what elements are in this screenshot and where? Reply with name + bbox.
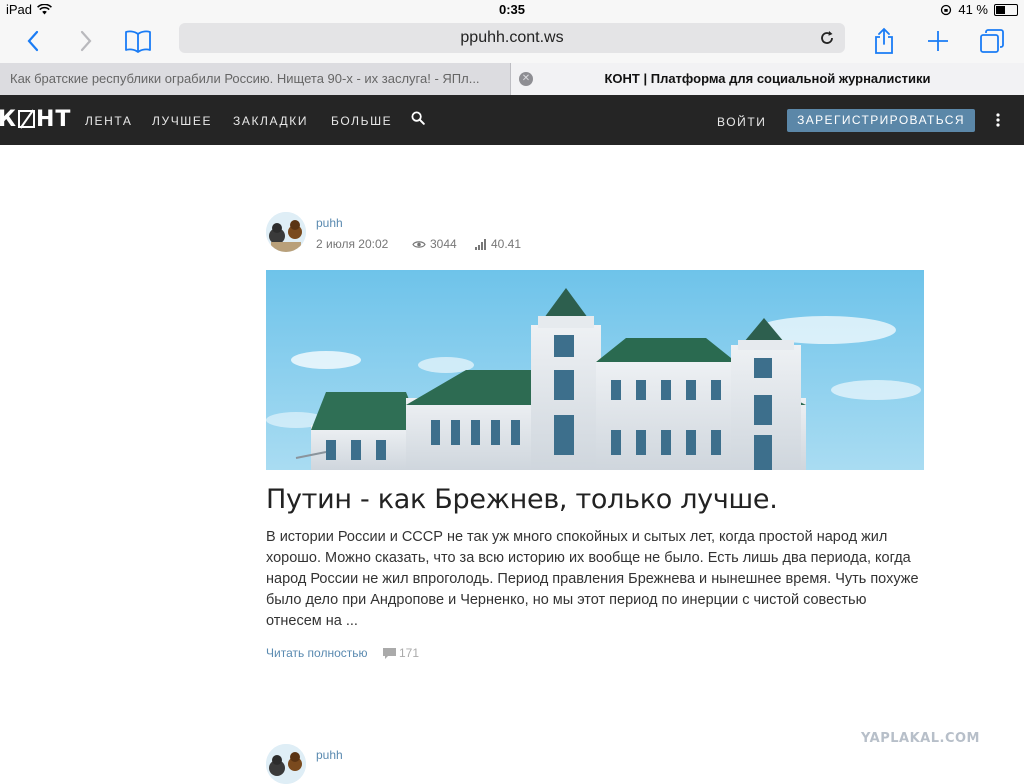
signal-bars-icon bbox=[475, 238, 486, 250]
comment-icon bbox=[383, 647, 396, 659]
author-name[interactable]: puhh bbox=[316, 216, 343, 230]
bookmarks-button[interactable] bbox=[120, 24, 156, 58]
forward-button[interactable] bbox=[68, 24, 104, 58]
post-title[interactable]: Путин - как Брежнев, только лучше. bbox=[266, 484, 778, 515]
nav-best[interactable]: ЛУЧШЕЕ bbox=[152, 114, 212, 128]
register-button[interactable]: ЗАРЕГИСТРИРОВАТЬСЯ bbox=[787, 109, 975, 132]
tabs-icon bbox=[980, 29, 1004, 53]
site-logo[interactable]: К НТ bbox=[0, 107, 71, 132]
plus-icon bbox=[928, 31, 948, 51]
rotation-lock-icon bbox=[941, 4, 952, 15]
read-more-link[interactable]: Читать полностью bbox=[266, 646, 368, 660]
tab-title: КОНТ | Платформа для социальной журналис… bbox=[604, 71, 931, 86]
share-button[interactable] bbox=[866, 24, 902, 58]
nav-bookmarks[interactable]: ЗАКЛАДКИ bbox=[233, 114, 308, 128]
next-author-avatar[interactable] bbox=[266, 744, 306, 784]
nav-feed[interactable]: ЛЕНТА bbox=[85, 114, 132, 128]
watermark: YAPLAKAL.COM bbox=[861, 731, 980, 746]
browser-toolbar: ppuhh.cont.ws bbox=[0, 20, 1024, 63]
post-excerpt: В истории России и СССР не так уж много … bbox=[266, 529, 919, 629]
tab-kont[interactable]: КОНТ | Платформа для социальной журналис… bbox=[511, 63, 1024, 95]
url-text: ppuhh.cont.ws bbox=[460, 29, 564, 46]
status-bar: iPad 0:35 41 % bbox=[0, 0, 1024, 20]
tab-strip: Как братские республики ограбили Россию.… bbox=[0, 63, 1024, 95]
next-author-name[interactable]: puhh bbox=[316, 748, 343, 762]
chevron-right-icon bbox=[80, 30, 92, 52]
clock: 0:35 bbox=[498, 2, 526, 17]
post-date-text: 2 июля 20:02 bbox=[316, 237, 389, 251]
share-icon bbox=[875, 27, 893, 54]
post-hero-image[interactable] bbox=[266, 270, 924, 470]
address-bar[interactable]: ppuhh.cont.ws bbox=[179, 23, 845, 53]
site-navbar: К НТ ЛЕНТА ЛУЧШЕЕ ЗАКЛАДКИ БОЛЬШЕ ВОЙТИ З… bbox=[0, 95, 1024, 145]
battery-percent: 41 % bbox=[958, 2, 988, 17]
back-button[interactable] bbox=[15, 24, 51, 58]
login-link[interactable]: ВОЙТИ bbox=[717, 115, 767, 129]
views-count: 3044 bbox=[430, 237, 457, 251]
avatar-image bbox=[266, 744, 306, 784]
rating-value: 40.41 bbox=[491, 237, 522, 251]
battery-icon bbox=[994, 3, 1018, 16]
author-avatar[interactable] bbox=[266, 212, 306, 252]
reload-icon[interactable] bbox=[817, 28, 837, 48]
tab-title: Как братские республики ограбили Россию.… bbox=[10, 71, 480, 86]
post-date: 2 июля 20:02 bbox=[316, 237, 388, 251]
post-views: 3044 bbox=[412, 237, 457, 251]
book-icon bbox=[125, 30, 151, 53]
logo-slash-box bbox=[17, 110, 35, 128]
building-illustration bbox=[266, 270, 924, 470]
chevron-left-icon bbox=[27, 30, 39, 52]
post-rating: 40.41 bbox=[475, 237, 521, 251]
new-tab-button[interactable] bbox=[920, 24, 956, 58]
logo-text-right: НТ bbox=[35, 107, 72, 132]
close-tab-icon[interactable]: ✕ bbox=[519, 72, 533, 86]
comments-link[interactable]: 171 bbox=[383, 646, 419, 660]
more-vertical-icon[interactable] bbox=[994, 112, 1002, 128]
tabs-button[interactable] bbox=[974, 24, 1010, 58]
logo-text-left: К bbox=[0, 107, 17, 132]
comments-count: 171 bbox=[399, 646, 420, 660]
avatar-image bbox=[266, 212, 306, 252]
eye-icon bbox=[412, 240, 426, 248]
search-icon[interactable] bbox=[411, 111, 425, 125]
nav-more[interactable]: БОЛЬШЕ bbox=[331, 114, 392, 128]
tab-yaplakal[interactable]: Как братские республики ограбили Россию.… bbox=[0, 63, 511, 95]
